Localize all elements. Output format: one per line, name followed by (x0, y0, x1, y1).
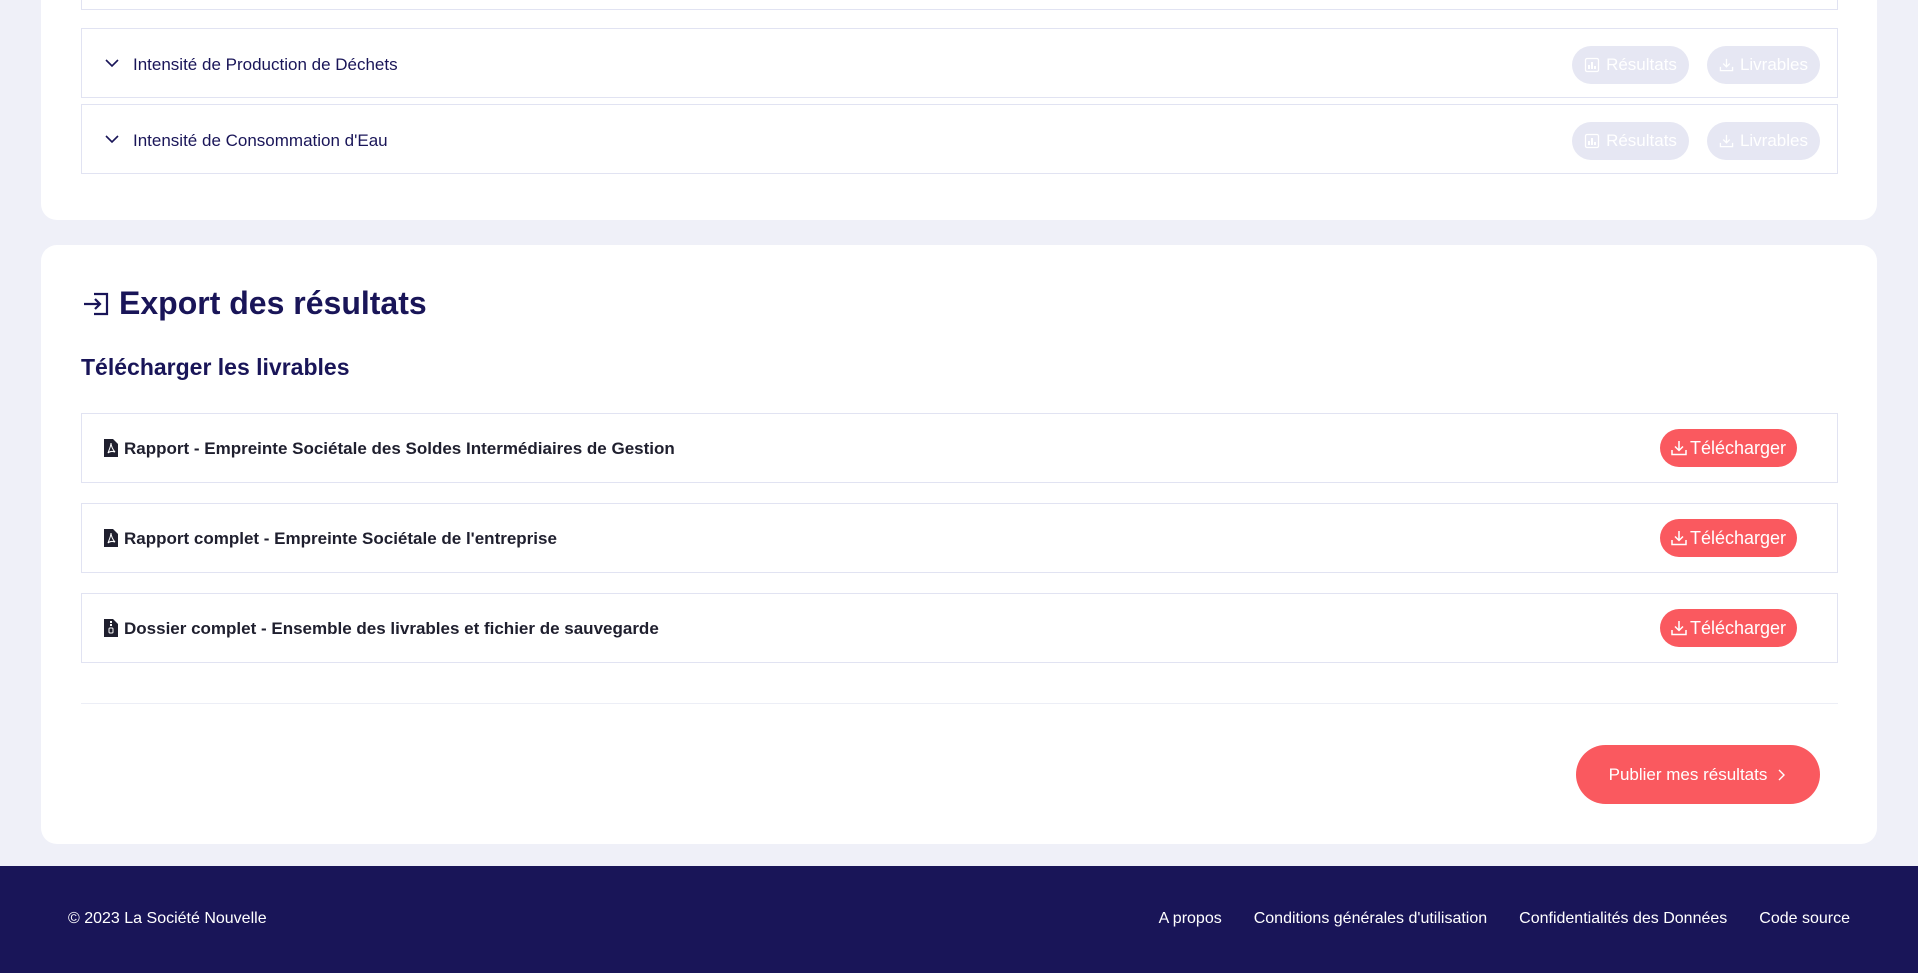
download-icon (1719, 134, 1734, 148)
download-button[interactable]: Télécharger (1659, 519, 1797, 557)
indicator-accordion-waste[interactable]: Intensité de Production de Déchets Résul… (81, 28, 1838, 98)
indicator-label: Intensité de Production de Déchets (133, 55, 398, 74)
results-button[interactable]: Résultats (1572, 46, 1689, 84)
chevron-down-icon (105, 135, 119, 144)
results-button[interactable]: Résultats (1572, 122, 1689, 160)
page: Intensité de Production de Déchets Résul… (0, 0, 1918, 973)
divider (81, 703, 1838, 704)
download-label: Télécharger (1689, 527, 1786, 548)
file-pdf-icon (104, 529, 118, 547)
publish-results-button[interactable]: Publier mes résultats (1576, 745, 1820, 804)
file-pdf-icon (104, 439, 118, 457)
indicator-accordion[interactable] (81, 0, 1838, 10)
chart-icon (1584, 133, 1600, 149)
footer-links: A propos Conditions générales d'utilisat… (1159, 910, 1850, 928)
deliverable-label: Rapport - Empreinte Sociétale des Soldes… (124, 439, 675, 458)
footer: © 2023 La Société Nouvelle A propos Cond… (0, 866, 1918, 973)
footer-link-privacy[interactable]: Confidentialités des Données (1519, 910, 1727, 928)
indicators-card: Intensité de Production de Déchets Résul… (41, 0, 1877, 220)
copyright: © 2023 La Société Nouvelle (68, 910, 267, 927)
sign-in-icon (84, 292, 109, 315)
deliverable-row: Rapport complet - Empreinte Sociétale de… (81, 503, 1838, 573)
download-icon (1671, 531, 1687, 546)
footer-link-source-code[interactable]: Code source (1759, 910, 1850, 928)
deliverable-row: Dossier complet - Ensemble des livrables… (81, 593, 1838, 663)
deliverables-label: Livrables (1739, 55, 1808, 74)
deliverables-button[interactable]: Livrables (1707, 46, 1820, 84)
deliverable-row: Rapport - Empreinte Sociétale des Soldes… (81, 413, 1838, 483)
results-label: Résultats (1606, 55, 1677, 74)
deliverables-button[interactable]: Livrables (1707, 122, 1820, 160)
indicator-accordion-water[interactable]: Intensité de Consommation d'Eau Résultat… (81, 104, 1838, 174)
file-zip-icon (104, 619, 118, 637)
export-title: Export des résultats (81, 285, 427, 322)
results-label: Résultats (1606, 131, 1677, 150)
chevron-down-icon (105, 59, 119, 68)
deliverables-subtitle: Télécharger les livrables (81, 354, 350, 380)
footer-link-terms[interactable]: Conditions générales d'utilisation (1254, 910, 1487, 928)
download-icon (1671, 441, 1687, 456)
download-label: Télécharger (1689, 437, 1786, 458)
deliverable-label: Dossier complet - Ensemble des livrables… (124, 619, 659, 638)
footer-link-about[interactable]: A propos (1159, 910, 1222, 928)
download-icon (1671, 621, 1687, 636)
chart-icon (1584, 57, 1600, 73)
download-icon (1719, 58, 1734, 72)
publish-label: Publier mes résultats (1608, 764, 1768, 784)
export-heading: Export des résultats (119, 285, 427, 321)
export-card: Export des résultats Télécharger les liv… (41, 245, 1877, 844)
deliverable-label: Rapport complet - Empreinte Sociétale de… (124, 529, 557, 548)
indicator-label: Intensité de Consommation d'Eau (133, 131, 388, 150)
download-button[interactable]: Télécharger (1659, 609, 1797, 647)
deliverables-label: Livrables (1739, 131, 1808, 150)
chevron-right-icon (1778, 769, 1786, 780)
download-label: Télécharger (1689, 617, 1786, 638)
download-button[interactable]: Télécharger (1659, 429, 1797, 467)
